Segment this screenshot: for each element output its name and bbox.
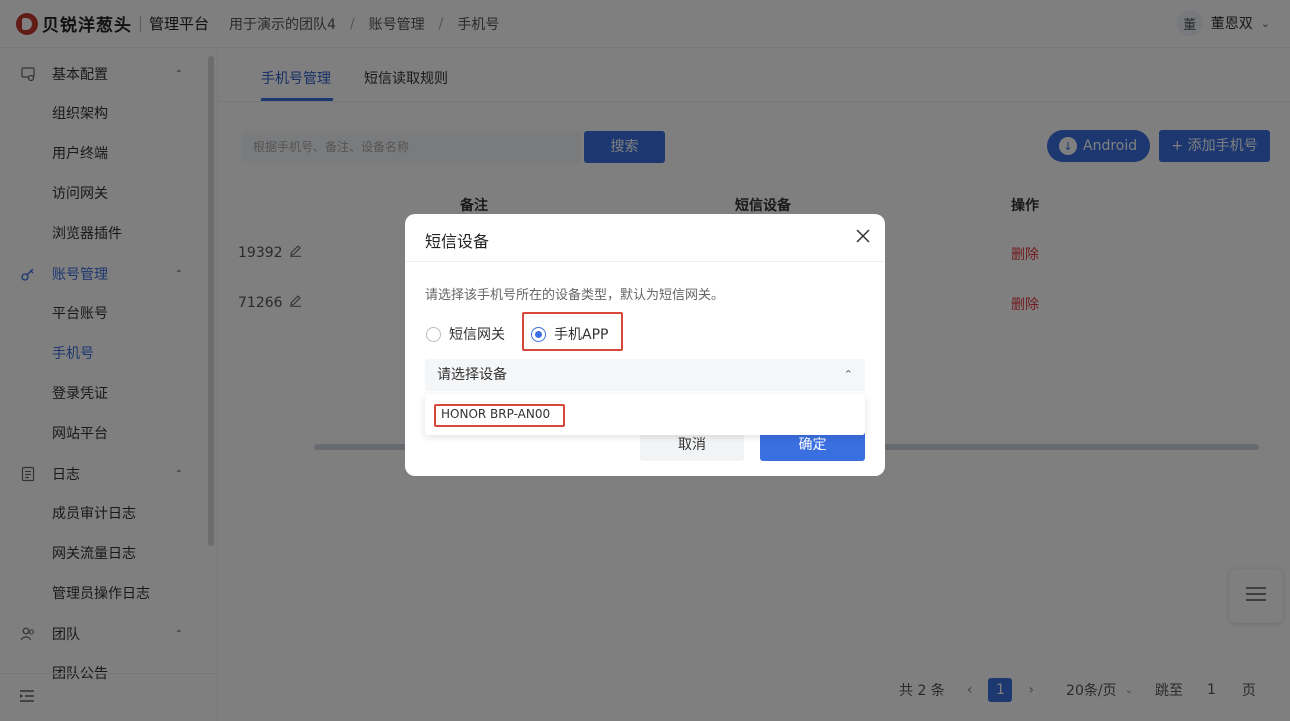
device-dropdown: HONOR BRP-AN00 [425, 394, 865, 435]
dialog-title: 短信设备 [425, 232, 490, 251]
dialog-divider [405, 261, 885, 262]
radio-circle-icon [426, 326, 441, 342]
radio-label: 短信网关 [449, 327, 505, 343]
device-select[interactable]: 请选择设备 ⌃ [425, 359, 865, 391]
close-icon[interactable] [855, 228, 871, 244]
highlight-box-radio [522, 312, 623, 351]
sms-device-dialog: 短信设备 请选择该手机号所在的设备类型，默认为短信网关。 短信网关 手机APP … [405, 214, 885, 476]
dialog-description: 请选择该手机号所在的设备类型，默认为短信网关。 [425, 288, 725, 303]
chevron-up-icon: ⌃ [843, 368, 853, 381]
highlight-box-device [434, 404, 565, 427]
device-select-placeholder: 请选择设备 [437, 367, 507, 383]
radio-sms-gateway[interactable]: 短信网关 [426, 324, 505, 344]
